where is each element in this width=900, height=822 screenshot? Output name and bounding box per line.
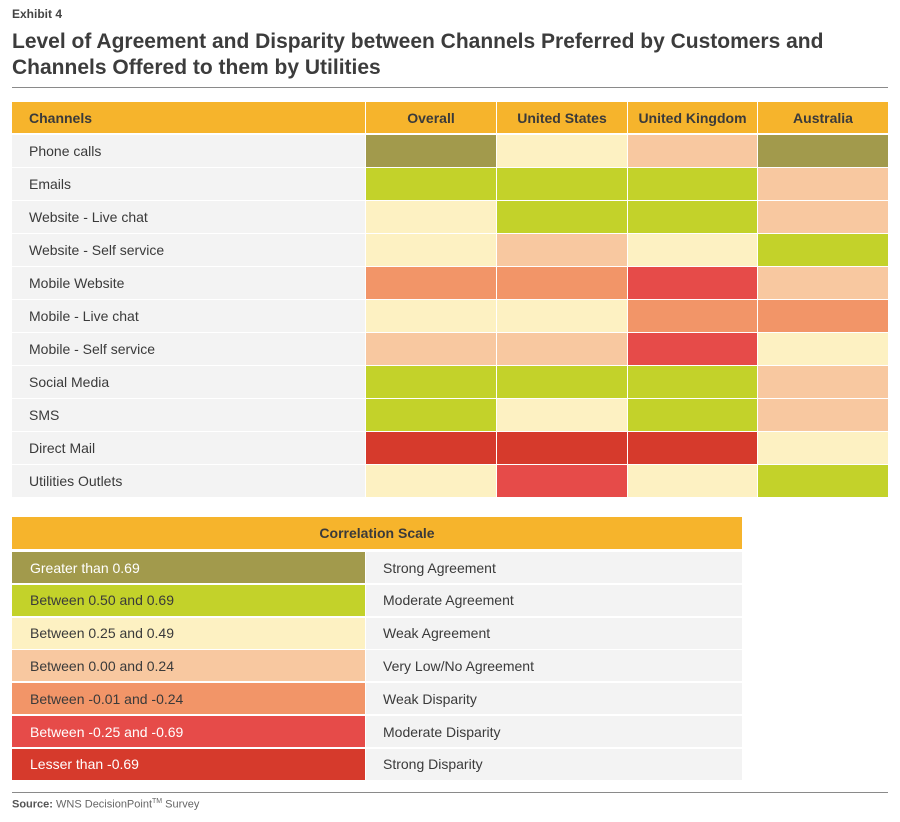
heatmap-cell (758, 168, 888, 200)
heatmap-cell (497, 267, 627, 299)
row-label: Utilities Outlets (12, 465, 365, 497)
column-header-australia: Australia (758, 102, 888, 133)
heatmap-cell (497, 432, 627, 464)
source-divider (12, 792, 888, 793)
heatmap-cell (497, 366, 627, 398)
heatmap-cell (628, 399, 757, 431)
column-header-channels: Channels (12, 102, 365, 133)
row-label: Website - Live chat (12, 201, 365, 233)
heatmap-cell (628, 465, 757, 497)
source-note: Source: WNS DecisionPointTM Survey (12, 798, 199, 811)
heatmap-cell (497, 465, 627, 497)
heatmap-cell (497, 300, 627, 332)
scale-range: Lesser than -0.69 (12, 748, 365, 780)
heatmap-cell (628, 135, 757, 167)
heatmap-cell (366, 465, 496, 497)
heatmap-cell (628, 333, 757, 365)
scale-range: Between 0.50 and 0.69 (12, 584, 365, 616)
scale-range: Greater than 0.69 (12, 552, 365, 583)
heatmap-cell (758, 267, 888, 299)
heatmap-cell (758, 366, 888, 398)
row-label: Mobile - Self service (12, 333, 365, 365)
heatmap-cell (628, 432, 757, 464)
row-label: SMS (12, 399, 365, 431)
source-text: WNS DecisionPoint (56, 798, 153, 811)
column-header-united-states: United States (497, 102, 627, 133)
scale-range: Between 0.25 and 0.49 (12, 617, 365, 649)
scale-description: Strong Disparity (366, 748, 742, 780)
chart-title: Level of Agreement and Disparity between… (12, 30, 824, 79)
heatmap-cell (366, 399, 496, 431)
row-label: Social Media (12, 366, 365, 398)
heatmap-cell (366, 432, 496, 464)
heatmap-cell (366, 366, 496, 398)
heatmap-cell (758, 432, 888, 464)
heatmap-cell (366, 300, 496, 332)
heatmap-cell (366, 201, 496, 233)
heatmap-cell (628, 168, 757, 200)
heatmap-cell (628, 366, 757, 398)
row-label: Phone calls (12, 135, 365, 167)
heatmap-cell (628, 201, 757, 233)
row-label: Direct Mail (12, 432, 365, 464)
scale-title: Correlation Scale (12, 517, 742, 549)
scale-description: Moderate Disparity (366, 716, 742, 747)
scale-range: Between 0.00 and 0.24 (12, 650, 365, 682)
heatmap-cell (497, 333, 627, 365)
heatmap-cell (758, 234, 888, 266)
heatmap-cell (628, 300, 757, 332)
heatmap-cell (497, 399, 627, 431)
heatmap-table: Channels Overall United States United Kingd… (12, 102, 888, 498)
row-label: Emails (12, 168, 365, 200)
scale-description: Moderate Agreement (366, 584, 742, 616)
heatmap-cell (497, 168, 627, 200)
exhibit-number: Exhibit 4 (12, 7, 63, 21)
heatmap-cell (758, 300, 888, 332)
row-label: Mobile - Live chat (12, 300, 365, 332)
heatmap-cell (758, 333, 888, 365)
column-header-overall: Overall (366, 102, 496, 133)
heatmap-cell (628, 267, 757, 299)
scale-description: Weak Disparity (366, 683, 742, 715)
scale-range: Between -0.01 and -0.24 (12, 683, 365, 715)
scale-description: Very Low/No Agreement (366, 650, 742, 682)
heatmap-cell (758, 399, 888, 431)
heatmap-cell (366, 168, 496, 200)
heatmap-cell (366, 234, 496, 266)
correlation-scale-legend: Correlation Scale Greater than 0.69 Strong… (12, 517, 742, 781)
heatmap-cell (366, 333, 496, 365)
heatmap-cell (366, 135, 496, 167)
heatmap-cell (758, 201, 888, 233)
heatmap-cell (497, 234, 627, 266)
heatmap-cell (628, 234, 757, 266)
heatmap-cell (758, 465, 888, 497)
source-superscript: TM (152, 798, 163, 805)
row-label: Website - Self service (12, 234, 365, 266)
source-suffix: Survey (162, 798, 200, 811)
row-label: Mobile Website (12, 267, 365, 299)
source-label: Source: (12, 798, 53, 811)
title-divider (12, 87, 888, 88)
scale-description: Weak Agreement (366, 617, 742, 649)
column-header-united-kingdom: United Kingdom (628, 102, 757, 133)
heatmap-cell (497, 135, 627, 167)
scale-range: Between -0.25 and -0.69 (12, 716, 365, 747)
heatmap-cell (366, 267, 496, 299)
scale-description: Strong Agreement (366, 552, 742, 583)
heatmap-cell (758, 135, 888, 167)
heatmap-cell (497, 201, 627, 233)
